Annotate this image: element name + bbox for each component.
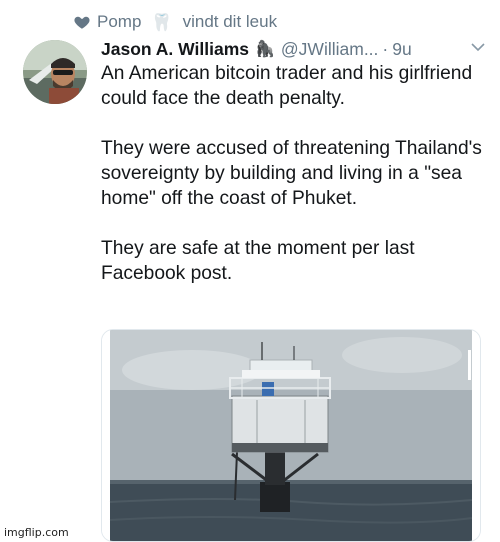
- chevron-down-icon[interactable]: [470, 39, 486, 55]
- heart-icon: [74, 16, 90, 29]
- gorilla-emoji-icon: 🦍: [255, 41, 275, 58]
- author-name[interactable]: Jason A. Williams: [101, 39, 249, 60]
- tweet-timestamp[interactable]: 9u: [392, 39, 411, 60]
- imgflip-watermark: imgflip.com: [2, 526, 71, 539]
- tooth-emoji-icon: 🦷: [151, 12, 173, 32]
- tweet-paragraph: An American bitcoin trader and his girlf…: [101, 63, 473, 109]
- author-handle[interactable]: @JWilliam...: [281, 39, 378, 60]
- tweet-text: An American bitcoin trader and his girlf…: [101, 61, 486, 286]
- avatar-photo: [23, 40, 87, 104]
- tweet-paragraph: They were accused of threatening Thailan…: [101, 138, 482, 209]
- sea-home-photo: [102, 330, 480, 541]
- social-context: Pomp 🦷 vindt dit leuk: [73, 10, 277, 34]
- liker-name[interactable]: Pomp: [97, 12, 141, 32]
- avatar[interactable]: [23, 40, 87, 104]
- like-action-text: vindt dit leuk: [182, 12, 278, 31]
- tweet-paragraph: They are safe at the moment per last Fac…: [101, 238, 415, 284]
- tweet-header: Jason A. Williams 🦍 @JWilliam... · 9u: [101, 36, 486, 62]
- tweet-media[interactable]: [101, 329, 481, 542]
- separator-dot: ·: [382, 38, 389, 59]
